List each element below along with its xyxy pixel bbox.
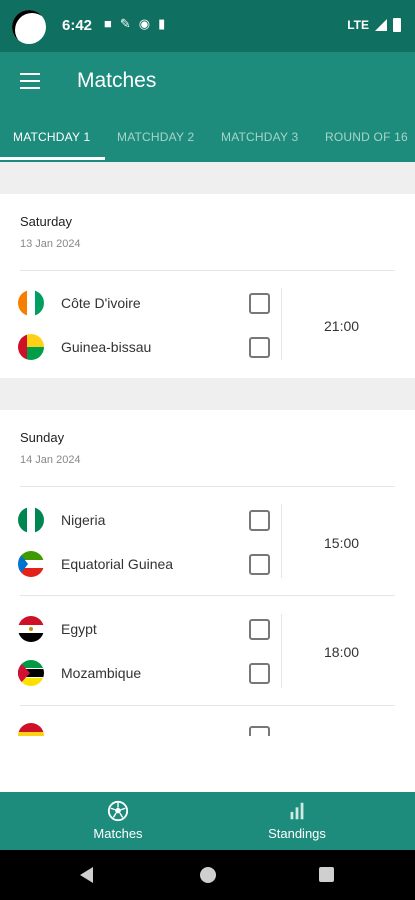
network-type: LTE <box>347 18 369 32</box>
nav-matches-label: Matches <box>93 826 143 841</box>
divider <box>20 486 395 487</box>
tab-matchday-2[interactable]: MATCHDAY 2 <box>117 130 194 144</box>
flag-mozambique <box>18 660 44 686</box>
day-label: Saturday <box>20 214 73 229</box>
divider <box>20 705 395 706</box>
sim-icon: ▮ <box>158 16 166 31</box>
date-label: 13 Jan 2024 <box>20 238 81 250</box>
back-icon[interactable] <box>80 867 93 883</box>
team-name: Equatorial Guinea <box>61 556 174 572</box>
section-gap <box>0 378 415 410</box>
divider <box>20 270 395 271</box>
menu-icon[interactable] <box>20 73 40 89</box>
status-time: 6:42 <box>62 17 93 34</box>
tab-indicator <box>0 157 105 160</box>
team-row[interactable] <box>18 723 44 736</box>
notification-icon: ■ <box>104 16 112 31</box>
favorite-checkbox[interactable] <box>249 726 270 736</box>
system-status: LTE <box>347 18 401 32</box>
flag-cote-divoire <box>18 290 44 316</box>
flag-egypt <box>18 616 44 642</box>
tab-matchday-1[interactable]: MATCHDAY 1 <box>13 130 90 144</box>
page-title: Matches <box>77 69 157 92</box>
recent-apps-icon[interactable] <box>319 867 334 882</box>
team-name: Egypt <box>61 621 97 637</box>
team-row[interactable]: Egypt <box>18 616 97 642</box>
favorite-checkbox[interactable] <box>249 293 270 314</box>
flag-nigeria <box>18 507 44 533</box>
home-icon[interactable] <box>200 867 216 883</box>
team-row[interactable]: Mozambique <box>18 660 141 686</box>
day-card-sunday: Sunday 14 Jan 2024 Nigeria Equatorial Gu… <box>0 410 415 736</box>
tab-round-of-16[interactable]: ROUND OF 16 <box>325 130 408 144</box>
favorite-checkbox[interactable] <box>249 554 270 575</box>
date-label: 14 Jan 2024 <box>20 454 81 466</box>
tab-matchday-3[interactable]: MATCHDAY 3 <box>221 130 298 144</box>
flag-equatorial-guinea <box>18 551 44 577</box>
section-gap <box>0 162 415 194</box>
match-time: 21:00 <box>324 318 360 334</box>
team-name: Mozambique <box>61 665 142 681</box>
team-row[interactable]: Côte D'ivoire <box>18 290 141 316</box>
signal-icon <box>375 19 387 31</box>
match-divider <box>281 288 282 360</box>
f-icon: ◉ <box>138 16 151 31</box>
match-time: 15:00 <box>324 535 360 551</box>
nav-standings-label: Standings <box>268 826 326 841</box>
nav-matches[interactable]: Matches <box>88 800 148 841</box>
flag-ghana <box>18 723 44 736</box>
notification-icons: ■ ✎ ◉ ▮ <box>104 16 165 32</box>
camera-cutout <box>12 10 46 44</box>
match-divider <box>281 614 282 688</box>
match-time: 18:00 <box>324 644 360 660</box>
day-label: Sunday <box>20 430 65 445</box>
favorite-checkbox[interactable] <box>249 663 270 684</box>
match-divider <box>281 504 282 578</box>
soccer-ball-icon <box>107 800 129 822</box>
flag-guinea-bissau <box>18 334 44 360</box>
matchday-tabs: MATCHDAY 1 MATCHDAY 2 MATCHDAY 3 ROUND O… <box>0 112 415 162</box>
team-row[interactable]: Nigeria <box>18 507 105 533</box>
day-card-saturday: Saturday 13 Jan 2024 Côte D'ivoire Guine… <box>0 194 415 378</box>
status-bar: 6:42 ■ ✎ ◉ ▮ LTE <box>0 0 415 52</box>
bottom-navigation: Matches Standings <box>0 792 415 850</box>
bluetooth-icon: ✎ <box>119 16 131 31</box>
bar-chart-icon <box>290 802 304 820</box>
favorite-checkbox[interactable] <box>249 337 270 358</box>
team-name: Côte D'ivoire <box>61 295 141 311</box>
favorite-checkbox[interactable] <box>249 510 270 531</box>
team-row[interactable]: Guinea-bissau <box>18 334 151 360</box>
favorite-checkbox[interactable] <box>249 619 270 640</box>
divider <box>20 595 395 596</box>
app-bar: Matches <box>0 52 415 112</box>
team-row[interactable]: Equatorial Guinea <box>18 551 173 577</box>
nav-standings[interactable]: Standings <box>262 800 332 841</box>
battery-icon <box>393 18 401 32</box>
team-name: Nigeria <box>61 512 106 528</box>
team-name: Guinea-bissau <box>61 339 152 355</box>
system-navigation-bar <box>0 850 415 900</box>
